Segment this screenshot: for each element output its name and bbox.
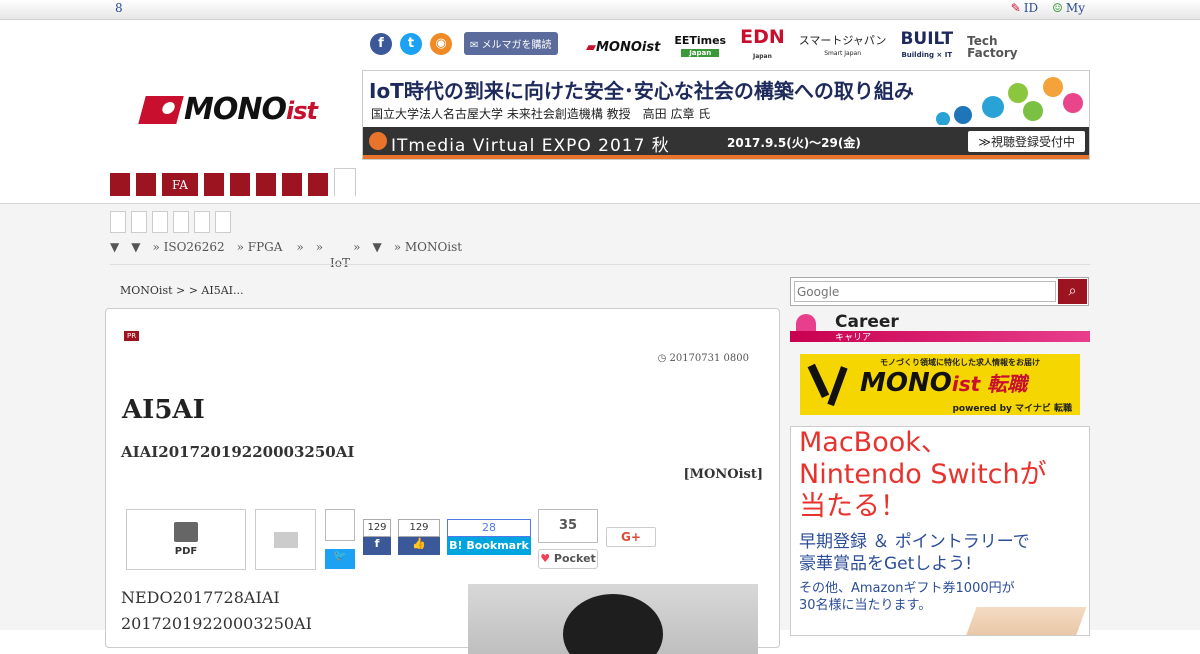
search-input[interactable] xyxy=(794,281,1056,302)
search-icon[interactable]: ⌕ xyxy=(1058,279,1087,304)
top-user-links: ✎ ID ☺ My xyxy=(1011,1,1085,15)
social-links: f t ◉ ✉ メルマガを購読 xyxy=(370,32,558,55)
article-photo xyxy=(468,584,758,654)
article-card: PR ◷ 20170731 0800 AI5AI AIAI20172019220… xyxy=(105,308,780,654)
top-utility-bar: 8 ✎ ID ☺ My xyxy=(0,0,1200,20)
top-number[interactable]: 8 xyxy=(115,1,123,15)
banner-speaker: 国立大学法人名古屋大学 未来社会創造機構 教授 高田 広章 氏 xyxy=(371,107,711,121)
topic-dropdown-3[interactable]: ▼ xyxy=(372,240,381,254)
article-body: NEDO2017728AIAI 20172019220003250AI xyxy=(121,588,312,633)
logo-mark-icon xyxy=(138,95,184,124)
facebook-like-button[interactable]: 129 👍 xyxy=(398,519,440,555)
article-title: AI5AI xyxy=(122,395,205,425)
promo-headline: MacBook、 Nintendo Switchが 当たる！ xyxy=(799,427,1047,522)
nav-tab-8[interactable] xyxy=(307,173,328,196)
topic-link-iot[interactable]: » xyxy=(316,240,323,254)
divider xyxy=(110,264,1090,265)
main-nav-tabs: FA xyxy=(110,168,356,196)
sub-category-boxes xyxy=(110,211,231,233)
topic-links: ▼ ▼ » ISO26262 » FPGA » » » ▼ » MONOist xyxy=(110,240,462,254)
rss-icon[interactable]: ◉ xyxy=(430,32,452,55)
monoist-mark-icon: ▰ xyxy=(586,39,596,55)
clock-icon: ◷ xyxy=(657,353,670,364)
pr-badge: PR xyxy=(124,331,140,341)
brand-built[interactable]: BUILT Building × IT xyxy=(900,30,953,62)
facebook-share-button[interactable]: 129 f xyxy=(363,519,391,555)
tweet-count xyxy=(325,509,355,541)
job-ad-banner[interactable]: モノづくり領域に特化した求人情報をお届け MONOist 転職 powered … xyxy=(800,354,1080,415)
facebook-share-icon: f xyxy=(363,537,391,555)
nav-tab-7[interactable] xyxy=(281,173,302,196)
topic-link-7[interactable]: » xyxy=(353,240,360,254)
topic-link-iso26262[interactable]: » ISO26262 xyxy=(152,240,224,254)
user-icon: ☺ xyxy=(1052,1,1063,15)
banner-accent-bar xyxy=(363,155,1089,159)
topic-dropdown-2[interactable]: ▼ xyxy=(131,240,140,254)
site-search: ⌕ xyxy=(790,277,1089,306)
twitter-bird-icon: 🐦 xyxy=(325,549,355,569)
newsletter-button[interactable]: ✉ メルマガを購読 xyxy=(464,32,558,55)
article-source: [MONOist] xyxy=(683,467,764,482)
my-link[interactable]: ☺ My xyxy=(1052,1,1085,15)
pencil-icon: ✎ xyxy=(1010,1,1021,15)
brand-techfactory[interactable]: Tech Factory xyxy=(967,35,1023,59)
sub-category-4[interactable] xyxy=(173,211,189,233)
laptop-image xyxy=(965,607,1087,635)
article-date: ◷ 20170731 0800 xyxy=(657,353,749,364)
nav-tab-2[interactable] xyxy=(136,173,156,196)
mail-icon: ✉ xyxy=(470,40,482,51)
promo-subline: 早期登録 ＆ ポイントラリーで 豪華賞品をGetしよう! xyxy=(799,532,1030,574)
site-logo[interactable]: MONOist xyxy=(138,92,318,127)
ad-banner-expo[interactable]: IoT時代の到来に向けた安全･安心な社会の構築への取り組み 国立大学法人名古屋大… xyxy=(362,70,1090,160)
sister-sites: ▰MONOist EETimes Japan EDN Japan スマートジャパン S… xyxy=(586,28,1023,64)
content-area: ▼ ▼ » ISO26262 » FPGA » » » ▼ » MONOist … xyxy=(0,203,1200,654)
brand-edn[interactable]: EDN Japan xyxy=(740,28,785,64)
pocket-button[interactable]: 35 ♥ Pocket xyxy=(538,509,598,569)
twitter-icon[interactable]: t xyxy=(400,32,422,55)
nav-tab-more[interactable] xyxy=(333,168,356,196)
nav-tab-4[interactable] xyxy=(203,173,224,196)
expo-logo-icon xyxy=(369,132,387,150)
tweet-button[interactable]: 🐦 xyxy=(325,509,355,570)
expo-strip: ITmedia Virtual EXPO 2017 秋 2017.9.5(火)〜… xyxy=(363,127,1089,156)
topic-link-fpga[interactable]: » FPGA xyxy=(237,240,283,254)
pocket-icon: ♥ xyxy=(540,552,554,565)
banner-headline: IoT時代の到来に向けた安全･安心な社会の構築への取り組み xyxy=(369,79,914,103)
career-banner[interactable]: Career キャリア xyxy=(790,312,1090,343)
sub-category-1[interactable] xyxy=(110,211,126,233)
nav-tab-6[interactable] xyxy=(255,173,276,196)
hatena-bookmark-button[interactable]: 28 B! Bookmark xyxy=(447,519,531,555)
topic-iot-label[interactable]: IoT xyxy=(330,256,350,270)
mail-share-button[interactable] xyxy=(255,509,316,570)
facebook-icon[interactable]: f xyxy=(370,32,392,55)
article-lead: AIAI20172019220003250AI xyxy=(121,443,355,461)
tools-icon xyxy=(807,363,848,407)
thumbs-up-icon: 👍 xyxy=(398,537,440,555)
city-illustration-icon xyxy=(936,77,1083,125)
breadcrumb[interactable]: MONOist > > AI5AI... xyxy=(120,284,244,297)
brand-monoist[interactable]: ▰MONOist xyxy=(586,40,660,55)
nav-tab-5[interactable] xyxy=(229,173,250,196)
id-link[interactable]: ✎ ID xyxy=(1011,1,1038,15)
sub-category-2[interactable] xyxy=(131,211,147,233)
pdf-button[interactable]: PDF xyxy=(126,509,246,570)
sub-category-6[interactable] xyxy=(215,211,231,233)
brand-smartjapan[interactable]: スマートジャパン Smart Japan xyxy=(799,35,887,59)
sub-category-3[interactable] xyxy=(152,211,168,233)
expo-register-button[interactable]: ≫視聴登録受付中 xyxy=(968,131,1085,152)
topic-link-5[interactable]: » xyxy=(296,240,303,254)
printer-icon xyxy=(174,522,198,542)
site-header: f t ◉ ✉ メルマガを購読 ▰MONOist EETimes Japan ED… xyxy=(0,20,1200,203)
promo-banner[interactable]: MacBook、 Nintendo Switchが 当たる！ 早期登録 ＆ ポイ… xyxy=(790,426,1090,636)
nav-tab-fa[interactable]: FA xyxy=(162,173,198,196)
sub-category-5[interactable] xyxy=(194,211,210,233)
topic-dropdown-1[interactable]: ▼ xyxy=(110,240,119,254)
nav-tab-1[interactable] xyxy=(110,173,130,196)
gplus-button[interactable]: G+ xyxy=(606,527,656,547)
brand-eetimes[interactable]: EETimes Japan xyxy=(674,35,726,59)
hatena-icon: B! xyxy=(449,539,467,552)
mail-plus-icon xyxy=(273,532,298,548)
topic-link-monoist[interactable]: » MONOist xyxy=(394,240,462,254)
